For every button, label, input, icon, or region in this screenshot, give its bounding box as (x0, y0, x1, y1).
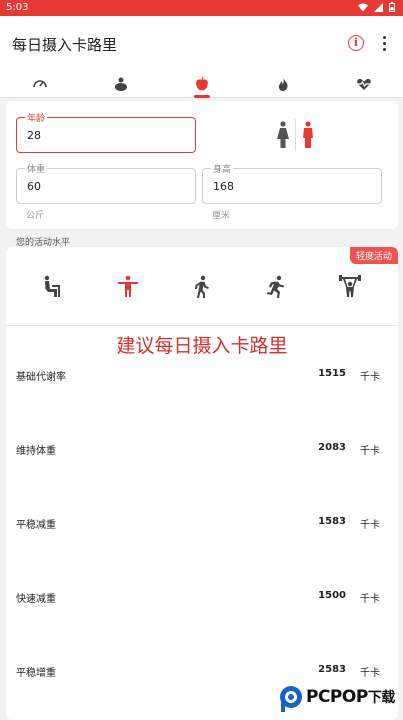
weight-label: 体重 (25, 162, 48, 175)
height-value: 168 (213, 180, 234, 193)
result-value: 1515 (318, 368, 346, 379)
height-field[interactable]: 身高 168 (202, 162, 382, 204)
age-value: 28 (27, 129, 41, 142)
age-field[interactable]: 年龄 28 (16, 111, 196, 153)
result-row: 基础代谢率 1515 千卡 (16, 368, 388, 384)
result-value: 1500 (318, 590, 346, 601)
running-icon[interactable] (264, 275, 288, 299)
male-gender-icon[interactable] (302, 121, 314, 149)
status-bar: 5:03 (0, 0, 403, 16)
watermark-brand: PCPOP (306, 687, 368, 707)
result-value: 2083 (318, 442, 346, 453)
results-card: 轻度活动 建议每日摄入卡路里 基础代谢率 1515 千卡 维持体重 2083 千… (6, 247, 398, 720)
app-title: 每日摄入卡路里 (12, 36, 118, 54)
tab-heart-rate[interactable] (324, 70, 403, 98)
apple-icon (196, 76, 208, 91)
heart-rate-icon (357, 78, 371, 90)
result-name: 基础代谢率 (16, 372, 66, 383)
result-unit: 千卡 (360, 668, 380, 679)
battery-icon (389, 2, 395, 12)
female-gender-icon[interactable] (276, 121, 290, 149)
speedometer-icon (33, 80, 47, 88)
result-row: 平稳增重 2583 千卡 (16, 664, 388, 680)
result-name: 平稳增重 (16, 668, 56, 679)
result-unit: 千卡 (360, 446, 380, 457)
result-row: 平稳减重 1583 千卡 (16, 516, 388, 532)
result-unit: 千卡 (360, 594, 380, 605)
body-weight-icon (115, 77, 127, 91)
tab-speedometer[interactable] (0, 70, 80, 98)
pcpop-watermark: PCPOP下载 (278, 683, 402, 717)
pcpop-logo-icon (280, 686, 302, 712)
watermark-text: PCPOP下载 (306, 687, 395, 707)
wifi-icon (358, 3, 368, 11)
gender-divider (295, 119, 296, 151)
result-unit: 千卡 (360, 372, 380, 383)
flame-icon (278, 77, 288, 91)
light-activity-icon[interactable] (116, 275, 140, 299)
activity-divider (6, 325, 398, 326)
result-value: 1583 (318, 516, 346, 527)
tab-bar (0, 70, 403, 98)
status-icons (358, 2, 395, 12)
result-row: 维持体重 2083 千卡 (16, 442, 388, 458)
activity-level-badge: 轻度活动 (349, 247, 398, 264)
age-label: 年龄 (25, 111, 48, 124)
tab-flame[interactable] (243, 70, 323, 98)
info-icon[interactable]: i (348, 35, 364, 51)
weight-value: 60 (27, 180, 41, 193)
app-bar: 每日摄入卡路里 i (0, 16, 403, 70)
watermark-suffix: 下载 (367, 690, 396, 706)
tab-apple[interactable] (162, 70, 242, 98)
result-row: 快速减重 1500 千卡 (16, 590, 388, 606)
walking-icon[interactable] (190, 275, 214, 299)
result-name: 维持体重 (16, 446, 56, 457)
weight-unit: 公斤 (26, 211, 45, 221)
sedentary-icon[interactable] (42, 275, 66, 299)
tab-body-weight[interactable] (81, 70, 161, 98)
more-options-icon[interactable] (378, 36, 390, 52)
input-card: 年龄 28 体重 60 公斤 身高 168 厘米 (6, 101, 398, 229)
active-tab-indicator (194, 95, 210, 98)
result-name: 平稳减重 (16, 520, 56, 531)
result-unit: 千卡 (360, 520, 380, 531)
signal-icon (374, 2, 383, 12)
weightlifting-icon[interactable] (338, 275, 362, 299)
result-value: 2583 (318, 664, 346, 675)
suggestion-heading: 建议每日摄入卡路里 (116, 335, 288, 357)
height-label: 身高 (211, 162, 234, 175)
weight-field[interactable]: 体重 60 (16, 162, 196, 204)
result-name: 快速减重 (16, 594, 56, 605)
height-unit: 厘米 (212, 211, 231, 221)
status-time: 5:03 (6, 2, 29, 13)
